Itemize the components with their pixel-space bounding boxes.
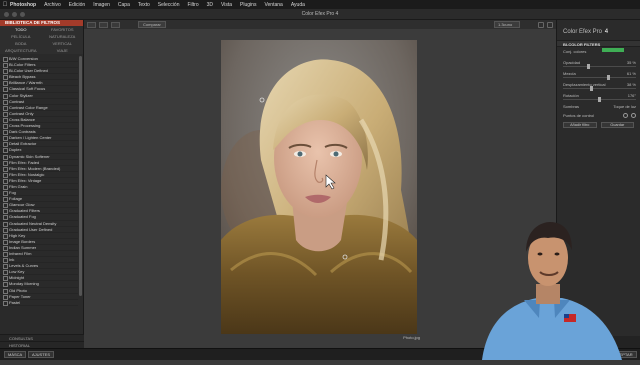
toque-luz-label: Toque de luz xyxy=(613,104,636,109)
add-filter-button[interactable]: Añadir filtro xyxy=(563,122,597,128)
brand-version: 4 xyxy=(604,29,609,35)
category-viaje[interactable]: VIAJE xyxy=(42,47,84,54)
category-boda[interactable]: BODA xyxy=(0,40,42,47)
slider-row[interactable]: Mezcla 61 % xyxy=(557,69,640,80)
menu-plugins[interactable]: Plugins xyxy=(240,2,256,8)
color-set-swatch[interactable] xyxy=(602,48,624,52)
apple-icon[interactable]:  xyxy=(0,2,10,8)
menu-photoshop[interactable]: Photoshop xyxy=(10,2,36,8)
slider-list: Opacidad 35 % Mezcla 61 % Desplazamiento ver… xyxy=(557,58,640,102)
category-grid: TODO FAVORITOS PELÍCULA NATURALEZA BODA … xyxy=(0,26,83,54)
menu-archivo[interactable]: Archivo xyxy=(44,2,61,8)
slider-label: Mezcla xyxy=(563,71,576,76)
menu-bar:  Photoshop Archivo Edición Imagen Capa … xyxy=(0,0,640,9)
slider-track[interactable] xyxy=(563,88,636,89)
filter-library-panel: BIBLIOTECA DE FILTROS TODO FAVORITOS PEL… xyxy=(0,20,84,348)
slider-track[interactable] xyxy=(563,77,636,78)
slider-value: 61 % xyxy=(626,71,636,76)
slider-row[interactable]: Rotación 176° xyxy=(557,91,640,102)
slider-label: Opacidad xyxy=(563,60,581,65)
control-points-row[interactable]: Puntos de control xyxy=(557,111,640,120)
filter-item[interactable]: Pastel xyxy=(0,300,78,306)
color-set-row[interactable]: Conj. colores xyxy=(557,47,640,58)
slider-label: Rotación xyxy=(563,93,579,98)
menu-texto[interactable]: Texto xyxy=(138,2,150,8)
filter-list: B/W Conversion Bi-Color Filters Bi-Color U… xyxy=(0,56,78,348)
slider-row[interactable]: Opacidad 35 % xyxy=(557,58,640,69)
category-naturaleza[interactable]: NATURALEZA xyxy=(42,33,84,40)
slider-row[interactable]: Desplazamiento vertical 38 % xyxy=(557,80,640,91)
category-favoritos[interactable]: FAVORITOS xyxy=(42,26,84,33)
category-vertical[interactable]: VERTICAL xyxy=(42,40,84,47)
active-filter-header[interactable]: BI-COLOR FILTERS xyxy=(557,40,640,47)
menu-seleccion[interactable]: Selección xyxy=(158,2,180,8)
slider-track[interactable] xyxy=(563,66,636,67)
split-view-button[interactable] xyxy=(99,21,108,28)
remove-control-point-icon[interactable] xyxy=(631,113,636,118)
zoom-select[interactable]: 1.3cuno (28%) xyxy=(494,21,520,33)
presenter-webcam xyxy=(462,214,634,360)
mask-button[interactable]: MÁSCA xyxy=(4,351,27,358)
sombras-label: Sombras xyxy=(563,104,580,109)
window-title: Color Efex Pro 4 xyxy=(301,11,339,17)
background-color-icon[interactable] xyxy=(538,21,544,28)
control-points-label: Puntos de control xyxy=(563,113,595,118)
category-todo[interactable]: TODO xyxy=(0,26,42,33)
photo-filename: Photo.jpg xyxy=(403,335,420,340)
add-control-point-icon[interactable] xyxy=(623,113,628,118)
consultas-section[interactable]: CONSULTAS xyxy=(0,334,84,341)
category-pelicula[interactable]: PELÍCULA xyxy=(0,33,42,40)
window-titlebar: Color Efex Pro 4 xyxy=(0,9,640,20)
side-by-side-button[interactable] xyxy=(111,21,120,28)
portrait-photo[interactable] xyxy=(221,40,417,334)
presenter-image xyxy=(482,222,622,360)
compare-button[interactable]: Comparar xyxy=(138,21,166,28)
menu-capa[interactable]: Capa xyxy=(118,2,130,8)
menu-vista[interactable]: Vista xyxy=(221,2,232,8)
portrait-image xyxy=(221,40,417,334)
single-view-button[interactable] xyxy=(87,21,96,28)
slider-value: 176° xyxy=(627,93,636,98)
menu-3d[interactable]: 3D xyxy=(207,2,213,8)
menu-imagen[interactable]: Imagen xyxy=(93,2,110,8)
menu-ventana[interactable]: Ventana xyxy=(264,2,282,8)
settings-button[interactable]: AJUSTES xyxy=(28,351,55,358)
brand-title: Color Efex Pro 4 xyxy=(557,20,640,40)
save-preset-button[interactable]: Guardar xyxy=(600,122,634,128)
slider-value: 35 % xyxy=(626,60,636,65)
library-bottom-sections: CONSULTAS HISTORIAL xyxy=(0,334,84,348)
preview-toolbar: Comparar 1.3cuno (28%) xyxy=(84,20,556,33)
category-arquitectura[interactable]: ARQUITECTURA xyxy=(0,47,42,54)
menu-filtro[interactable]: Filtro xyxy=(187,2,198,8)
filter-actions: Añadir filtro Guardar xyxy=(557,120,640,130)
menu-ayuda[interactable]: Ayuda xyxy=(291,2,305,8)
filter-list-scrollbar[interactable] xyxy=(79,56,82,296)
slider-label: Desplazamiento vertical xyxy=(563,82,606,87)
loupe-icon[interactable] xyxy=(547,21,553,28)
tone-row: Sombras Toque de luz xyxy=(557,102,640,111)
color-set-label: Conj. colores xyxy=(563,49,587,54)
menu-edicion[interactable]: Edición xyxy=(69,2,85,8)
historial-section[interactable]: HISTORIAL xyxy=(0,341,84,348)
slider-value: 38 % xyxy=(626,82,636,87)
brand-name: Color Efex Pro xyxy=(563,29,603,35)
